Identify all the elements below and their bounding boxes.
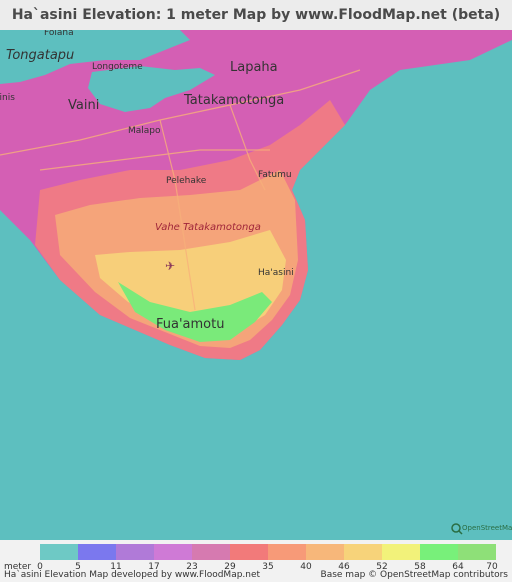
osm-logo-text: OpenStreetMap <box>462 524 512 532</box>
legend-swatch <box>116 544 154 560</box>
legend-swatch <box>268 544 306 560</box>
place-fuaamotu: Fua'amotu <box>156 317 225 332</box>
place-malapo: Malapo <box>128 126 161 136</box>
place-longoteme: Longoteme <box>92 62 143 72</box>
place-vaini: Vaini <box>68 98 100 113</box>
legend-swatch <box>344 544 382 560</box>
place-folaha: Folaha <box>44 30 74 38</box>
airport-icon: ✈ <box>165 259 175 273</box>
place-lapaha: Lapaha <box>230 60 278 75</box>
elevation-map[interactable]: ✈ Folaha Tongatapu Longoteme Lapaha Vain… <box>0 30 512 540</box>
legend-swatch <box>192 544 230 560</box>
place-ainis: ainis <box>0 93 15 103</box>
legend-swatch <box>420 544 458 560</box>
place-tongatapu: Tongatapu <box>6 48 75 63</box>
legend-swatch <box>458 544 496 560</box>
legend-swatch <box>230 544 268 560</box>
footer-basemap-credit[interactable]: Base map © OpenStreetMap contributors <box>321 570 508 580</box>
legend-swatch <box>306 544 344 560</box>
legend-swatch <box>382 544 420 560</box>
legend-swatch <box>40 544 78 560</box>
map-title: Ha`asini Elevation: 1 meter Map by www.F… <box>0 0 512 30</box>
place-tatakamotonga: Tatakamotonga <box>184 93 285 108</box>
footer-credit[interactable]: Ha`asini Elevation Map developed by www.… <box>4 570 260 580</box>
place-pelehake: Pelehake <box>166 176 207 186</box>
legend-swatch <box>154 544 192 560</box>
footer: Ha`asini Elevation Map developed by www.… <box>0 570 512 582</box>
legend-swatch <box>78 544 116 560</box>
osm-logo[interactable]: OpenStreetMap <box>450 522 512 536</box>
place-haasini: Ha'asini <box>258 268 294 278</box>
place-fatumu: Fatumu <box>258 170 292 180</box>
place-vahe-tatakamotonga: Vahe Tatakamotonga <box>155 222 261 233</box>
